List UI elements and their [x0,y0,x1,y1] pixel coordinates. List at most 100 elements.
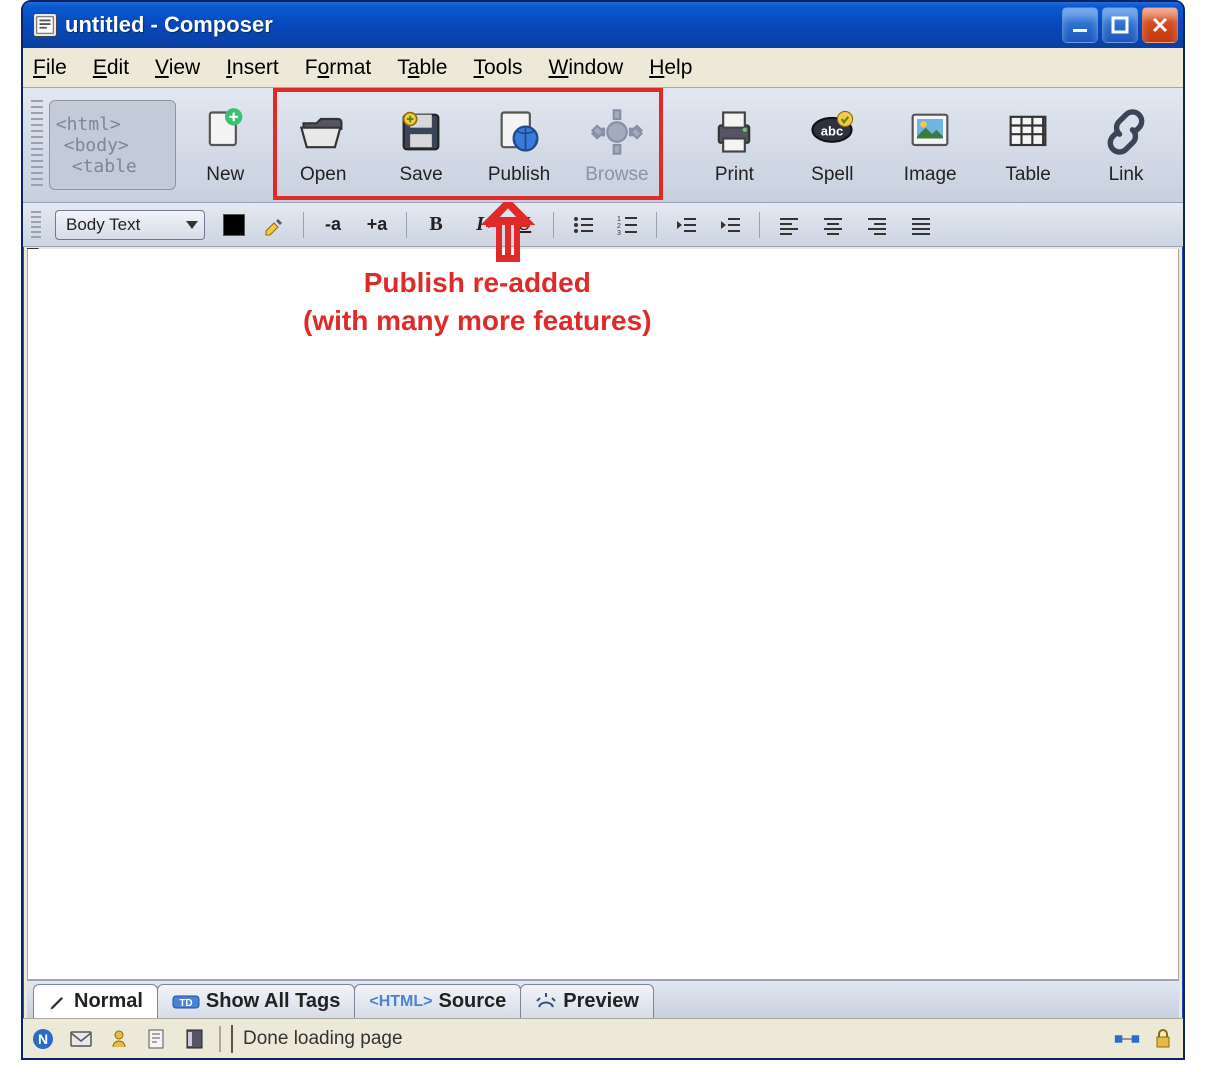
align-center-button[interactable] [818,212,848,238]
menubar: File Edit View Insert Format Table Tools… [23,48,1183,88]
pencil-icon [48,992,68,1012]
spell-button[interactable]: abc Spell [783,88,881,202]
image-icon [902,104,958,160]
gear-icon [589,104,645,160]
titlebar: untitled - Composer [23,2,1183,48]
bullet-list-button[interactable] [568,212,598,238]
numbered-list-button[interactable]: 123 [612,212,642,238]
security-icon[interactable] [1149,1025,1177,1053]
menu-window[interactable]: Window [549,56,624,80]
decrease-font-button[interactable]: -a [318,212,348,238]
indent-button[interactable] [715,212,745,238]
menu-tools[interactable]: Tools [473,56,522,80]
open-label: Open [300,164,346,186]
separator [759,212,760,238]
separator [406,212,407,238]
print-label: Print [715,164,754,186]
separator [656,212,657,238]
tab-source-label: Source [438,990,506,1013]
link-label: Link [1109,164,1144,186]
format-grip[interactable] [31,211,41,239]
online-icon[interactable] [1113,1025,1141,1053]
preview-icon [535,993,557,1011]
link-button[interactable]: Link [1077,88,1175,202]
menu-help[interactable]: Help [649,56,692,80]
svg-text:abc: abc [821,123,843,138]
svg-text:1: 1 [617,216,621,223]
svg-text:N: N [38,1031,48,1047]
tab-html-source[interactable]: <HTML> Source [354,984,521,1018]
im-icon[interactable] [105,1025,133,1053]
outdent-button[interactable] [671,212,701,238]
svg-text:2: 2 [617,223,621,230]
tab-preview[interactable]: Preview [520,984,654,1018]
bold-button[interactable]: B [421,212,451,238]
statusbar: N Done loading page [23,1018,1183,1058]
align-left-button[interactable] [774,212,804,238]
menu-view[interactable]: View [155,56,200,80]
separator [553,212,554,238]
save-label: Save [399,164,442,186]
new-icon [197,104,253,160]
underline-button[interactable]: U [509,212,539,238]
editor-content[interactable] [28,249,1178,979]
increase-font-button[interactable]: +a [362,212,392,238]
maximize-button[interactable] [1102,7,1138,43]
table-icon [1000,104,1056,160]
browse-label: Browse [585,164,648,186]
menu-file[interactable]: File [33,56,67,80]
app-window: untitled - Composer File Edit View Inser… [21,0,1185,1060]
tab-preview-label: Preview [563,990,639,1013]
mail-icon[interactable] [67,1025,95,1053]
tag-body: <body> [64,135,129,156]
close-button[interactable] [1142,7,1178,43]
editor-pane[interactable] [27,249,1179,980]
tab-normal-label: Normal [74,990,143,1013]
align-right-button[interactable] [862,212,892,238]
toolbar-grip[interactable] [31,100,43,190]
html-tags-panel[interactable]: <html> <body> <table [49,100,177,190]
view-tabs: Normal TD Show All Tags <HTML> Source Pr… [27,980,1179,1018]
menu-table[interactable]: Table [397,56,447,80]
minimize-button[interactable] [1062,7,1098,43]
save-button[interactable]: Save [372,88,470,202]
image-label: Image [904,164,957,186]
menu-insert[interactable]: Insert [226,56,279,80]
publish-button[interactable]: Publish [470,88,568,202]
text-color-swatch[interactable] [223,214,245,236]
tab-normal[interactable]: Normal [33,984,158,1018]
spell-label: Spell [811,164,853,186]
browse-button[interactable]: Browse [568,88,666,202]
italic-button[interactable]: I [465,212,495,238]
tag-table: <table [72,156,137,177]
app-icon [33,13,57,37]
paragraph-style-combo[interactable]: Body Text [55,210,205,240]
addressbook-icon[interactable] [181,1025,209,1053]
tag-html: <html> [56,114,121,135]
print-button[interactable]: Print [685,88,783,202]
table-button[interactable]: Table [979,88,1077,202]
tab-show-all-tags[interactable]: TD Show All Tags [157,984,355,1018]
html-source-icon: <HTML> [369,993,432,1011]
folder-open-icon [295,104,351,160]
chevron-down-icon [186,221,198,229]
menu-format[interactable]: Format [305,56,372,80]
publish-label: Publish [488,164,550,186]
paragraph-style-value: Body Text [66,215,140,235]
new-label: New [206,164,244,186]
nav-icon[interactable]: N [29,1025,57,1053]
new-button[interactable]: New [176,88,274,202]
open-button[interactable]: Open [274,88,372,202]
menu-edit[interactable]: Edit [93,56,129,80]
highlighter-button[interactable] [259,212,289,238]
svg-text:3: 3 [617,230,621,237]
align-justify-button[interactable] [906,212,936,238]
image-button[interactable]: Image [881,88,979,202]
main-toolbar: <html> <body> <table New Open Save Publi… [23,88,1183,203]
window-title: untitled - Composer [65,12,1062,38]
status-text: Done loading page [231,1025,1103,1053]
save-icon [393,104,449,160]
compose-icon[interactable] [143,1025,171,1053]
table-label: Table [1005,164,1050,186]
tags-icon: TD [172,993,200,1011]
